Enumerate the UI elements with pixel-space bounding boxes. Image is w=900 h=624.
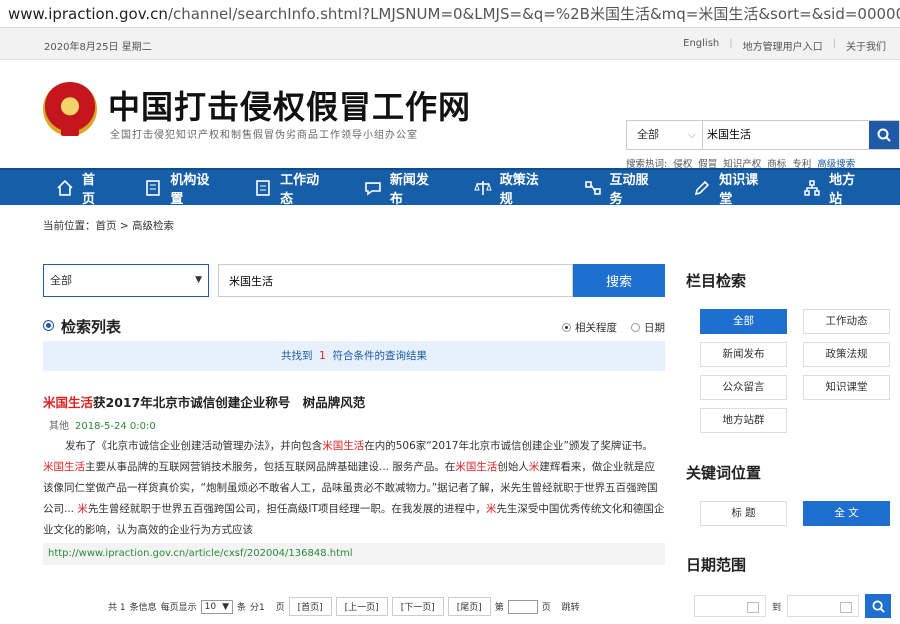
cat-all[interactable]: 全部 <box>700 309 787 334</box>
list-icon <box>256 179 270 196</box>
prev-page-button[interactable]: [上一页] <box>335 597 388 616</box>
result-item: 米国生活获2017年北京市诚信创建企业称号 树品牌风范 其他 2018-5-24 … <box>43 392 665 541</box>
result-url[interactable]: http://www.ipraction.gov.cn/article/cxsf… <box>43 543 665 565</box>
chat-icon <box>365 181 381 196</box>
address-bar[interactable]: www.ipraction.gov.cn/channel/searchInfo.… <box>0 0 900 28</box>
cat-news[interactable]: 新闻发布 <box>700 342 787 367</box>
english-link[interactable]: English <box>683 38 719 53</box>
per-page-select[interactable]: 10 ▼ <box>200 599 233 614</box>
next-page-button[interactable]: [下一页] <box>391 597 444 616</box>
search-submit-button[interactable]: 搜索 <box>573 264 665 297</box>
radio-icon <box>631 323 640 332</box>
national-emblem-logo <box>43 82 97 136</box>
date-range: 到 <box>694 594 892 618</box>
nav-policy[interactable]: 政策法规 <box>474 170 552 207</box>
result-list-title: 检索列表 <box>61 318 122 336</box>
nav-home[interactable]: 首 页 <box>56 170 112 207</box>
result-date: 2018-5-24 0:0:0 <box>75 421 156 432</box>
keyword-input[interactable] <box>218 264 573 297</box>
result-title[interactable]: 米国生活获2017年北京市诚信创建企业称号 树品牌风范 <box>43 392 665 411</box>
url-path: /channel/searchInfo.shtml?LMJSNUM=0&LMJS… <box>167 5 900 23</box>
top-links: English | 地方管理用户入口 | 关于我们 <box>683 38 886 53</box>
nav-interact[interactable]: 互动服务 <box>584 170 662 207</box>
search-icon <box>877 128 891 142</box>
cat-local[interactable]: 地方站群 <box>700 408 787 433</box>
date-to-input[interactable] <box>787 595 860 617</box>
cat-knowledge[interactable]: 知识课堂 <box>803 375 890 400</box>
column-search-title: 栏目检索 <box>686 272 747 290</box>
nav-knowledge[interactable]: 知识课堂 <box>693 170 771 207</box>
result-category: 其他 <box>49 421 69 432</box>
last-page-button[interactable]: [尾页] <box>447 597 491 616</box>
radio-selected-icon <box>562 323 571 332</box>
jump-button[interactable]: 跳转 <box>562 600 580 613</box>
local-login-link[interactable]: 地方管理用户入口 <box>743 38 823 53</box>
result-list-header: 检索列表 相关程度 日期 <box>43 316 665 338</box>
about-link[interactable]: 关于我们 <box>846 38 886 53</box>
cat-work[interactable]: 工作动态 <box>803 309 890 334</box>
site-title[interactable]: 中国打击侵权假冒工作网 <box>108 82 471 128</box>
date-range-title: 日期范围 <box>686 556 747 574</box>
keyword-position-title: 关键词位置 <box>686 464 762 482</box>
current-date: 2020年8月25日 星期二 <box>44 42 152 53</box>
main-nav: 首 页 机构设置 工作动态 新闻发布 政策法规 互动服务 知识课堂 地方站 <box>0 168 900 207</box>
header-search-scope[interactable]: 全部 ⌵ <box>627 121 703 149</box>
dropdown-arrow-icon: ▼ <box>222 601 229 612</box>
chevron-down-icon: ⌵ <box>687 128 696 141</box>
sort-date[interactable]: 日期 <box>631 320 665 335</box>
pagination: 共 1 条信息 每页显示 10 ▼ 条分1 页 [首页] [上一页] [下一页] [尾… <box>108 597 580 616</box>
site-header: 中国打击侵权假冒工作网 全国打击侵犯知识产权和制售假冒伪劣商品工作领导小组办公室… <box>0 60 900 170</box>
header-search: 全部 ⌵ <box>626 120 900 150</box>
sort-options: 相关程度 日期 <box>562 320 665 335</box>
search-button[interactable] <box>869 121 899 149</box>
scope-select[interactable]: 全部 ▼ <box>43 264 209 297</box>
result-snippet: 发布了《北京市诚信企业创建活动管理办法》，并向包含米国生活在内的506家“201… <box>43 440 665 536</box>
search-icon <box>871 599 885 613</box>
target-icon <box>43 320 54 331</box>
top-bar: 2020年8月25日 星期二 English | 地方管理用户入口 | 关于我们 <box>0 28 900 60</box>
network-icon <box>804 179 820 196</box>
result-meta: 其他 2018-5-24 0:0:0 <box>43 417 665 432</box>
site-subtitle: 全国打击侵犯知识产权和制售假冒伪劣商品工作领导小组办公室 <box>110 130 418 141</box>
nav-news[interactable]: 新闻发布 <box>364 170 442 207</box>
home-icon <box>57 179 73 196</box>
nav-work[interactable]: 工作动态 <box>254 170 332 207</box>
result-count-banner: 共找到 1 符合条件的查询结果 <box>43 341 665 371</box>
building-icon <box>146 179 161 196</box>
sort-relevance[interactable]: 相关程度 <box>562 320 617 335</box>
cat-policy[interactable]: 政策法规 <box>803 342 890 367</box>
breadcrumb: 当前位置：首页 > 高级检索 <box>43 220 174 232</box>
first-page-button[interactable]: [首页] <box>288 597 332 616</box>
result-count: 1 <box>319 350 326 362</box>
kw-fulltext-option[interactable]: 全 文 <box>803 501 890 526</box>
url-host: www.ipraction.gov.cn <box>8 5 168 23</box>
date-from-input[interactable] <box>694 595 766 617</box>
kw-title-option[interactable]: 标 题 <box>700 501 787 526</box>
dropdown-arrow-icon: ▼ <box>195 275 202 285</box>
cat-message[interactable]: 公众留言 <box>700 375 787 400</box>
date-search-button[interactable] <box>865 594 892 618</box>
header-search-input[interactable] <box>703 121 869 149</box>
pen-icon <box>695 180 710 195</box>
page-number-input[interactable] <box>507 599 538 614</box>
advanced-search-bar: 全部▼ 搜索 <box>43 264 665 297</box>
scale-icon <box>474 180 492 195</box>
interaction-icon <box>584 180 601 195</box>
nav-local[interactable]: 地方站 <box>803 170 868 207</box>
nav-org[interactable]: 机构设置 <box>144 170 222 207</box>
